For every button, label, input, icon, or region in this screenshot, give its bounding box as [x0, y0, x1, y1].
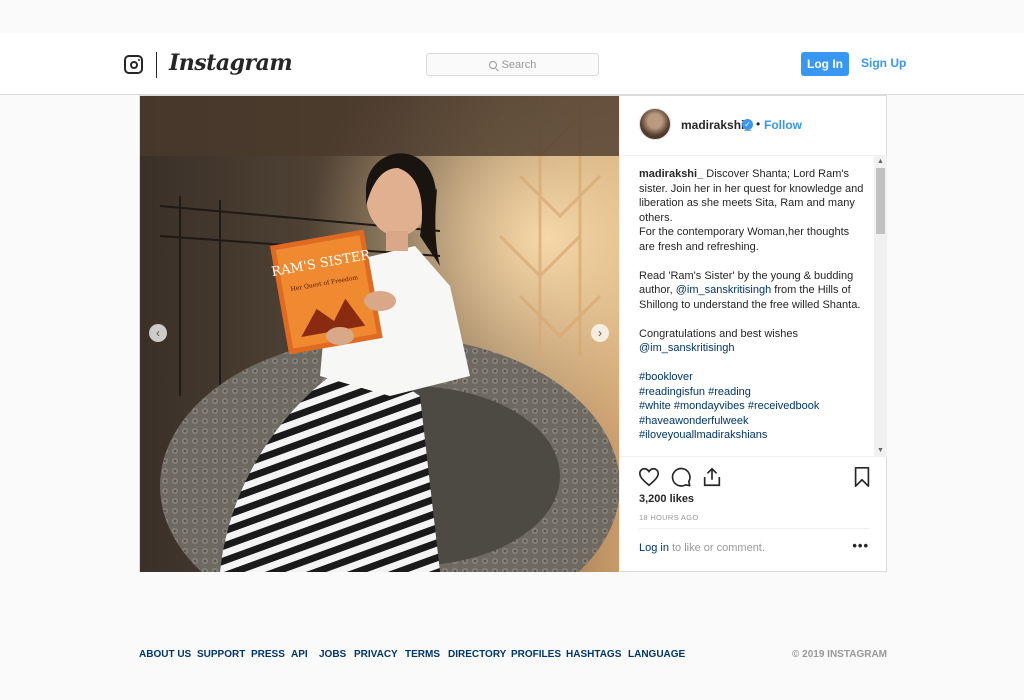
hashtag-link[interactable]: #readingisfun #reading: [639, 385, 864, 400]
caption-gap: [639, 312, 864, 327]
footer-link-jobs[interactable]: JOBS: [319, 649, 346, 660]
footer-link-api[interactable]: API: [291, 649, 308, 660]
caption-paragraph-1: madirakshi_ Discover Shanta; Lord Ram's …: [639, 167, 864, 225]
top-navigation: Instagram Search Log In Sign Up: [0, 33, 1024, 95]
scroll-up-arrow-icon[interactable]: ▲: [877, 158, 884, 165]
share-icon[interactable]: [701, 466, 723, 488]
carousel-prev-button[interactable]: ‹: [149, 324, 167, 342]
caption-text-2: For the contemporary Woman,her thoughts …: [639, 226, 850, 253]
login-button[interactable]: Log In: [801, 52, 849, 76]
follow-button[interactable]: Follow: [764, 118, 802, 132]
footer-link-hashtags[interactable]: HASHTAGS: [566, 649, 621, 660]
post-card: RAM'S SISTER Her Quest of Freedom ‹ › ma…: [139, 95, 888, 572]
login-link[interactable]: Log in: [639, 542, 669, 554]
footer-link-about[interactable]: ABOUT US: [139, 649, 191, 660]
login-to-comment-row: Log in to like or comment. •••: [639, 528, 869, 568]
instagram-camera-icon[interactable]: [124, 55, 143, 74]
scrollbar-thumb[interactable]: [876, 168, 885, 234]
caption-scrollbar[interactable]: ▲ ▼: [874, 156, 887, 456]
page-footer: ABOUT US SUPPORT PRESS API JOBS PRIVACY …: [139, 649, 887, 663]
instagram-wordmark-logo[interactable]: Instagram: [169, 50, 293, 76]
search-input[interactable]: Search: [426, 53, 599, 76]
hashtag-link[interactable]: #haveawonderfulweek: [639, 414, 864, 429]
caption-para3: Congratulations and best wishes: [639, 327, 798, 340]
footer-link-press[interactable]: PRESS: [251, 649, 285, 660]
footer-link-directory[interactable]: DIRECTORY: [448, 649, 506, 660]
more-options-icon[interactable]: •••: [852, 538, 869, 553]
post-photo[interactable]: RAM'S SISTER Her Quest of Freedom ‹ ›: [140, 96, 619, 572]
search-placeholder: Search: [501, 58, 537, 71]
browser-top-area: [0, 0, 1024, 33]
camera-dot: [137, 58, 140, 61]
post-timestamp[interactable]: 18 HOURS AGO: [639, 513, 698, 522]
hashtag-link[interactable]: #white #mondayvibes #receivedbook: [639, 399, 864, 414]
post-header: madirakshi_ ✓ • Follow: [620, 96, 888, 156]
post-actions: 3,200 likes 18 HOURS AGO Log in to like …: [620, 456, 888, 572]
heart-icon[interactable]: [638, 466, 660, 488]
caption-paragraph-2: Read 'Ram's Sister' by the young & buddi…: [639, 269, 864, 313]
footer-link-terms[interactable]: TERMS: [405, 649, 440, 660]
logo-divider: [156, 52, 157, 78]
carousel-next-button[interactable]: ›: [591, 324, 609, 342]
caption-username[interactable]: madirakshi_: [639, 168, 703, 180]
scroll-down-arrow-icon[interactable]: ▼: [877, 447, 884, 454]
likes-count[interactable]: 3,200 likes: [639, 493, 694, 505]
comment-icon[interactable]: [670, 466, 692, 488]
login-prompt-text: to like or comment.: [672, 542, 765, 554]
post-username[interactable]: madirakshi_: [681, 118, 751, 132]
footer-link-language[interactable]: LANGUAGE: [628, 649, 685, 660]
caption-mention-link[interactable]: @im_sanskritisingh: [676, 284, 772, 296]
caption-mention-link-2[interactable]: @im_sanskritisingh: [639, 341, 864, 356]
caption-gap: [639, 356, 864, 371]
hashtag-link[interactable]: #iloveyouallmadirakshians: [639, 428, 864, 443]
caption-scroll-area[interactable]: madirakshi_ Discover Shanta; Lord Ram's …: [620, 156, 888, 456]
search-icon: [488, 60, 497, 69]
copyright-text: © 2019 INSTAGRAM: [792, 649, 887, 660]
camera-lens: [129, 60, 138, 69]
caption-gap: [639, 254, 864, 269]
bookmark-icon[interactable]: [851, 466, 873, 488]
avatar[interactable]: [639, 108, 671, 140]
footer-link-support[interactable]: SUPPORT: [197, 649, 245, 660]
footer-link-privacy[interactable]: PRIVACY: [354, 649, 398, 660]
hashtag-link[interactable]: #booklover: [639, 370, 864, 385]
post-caption: madirakshi_ Discover Shanta; Lord Ram's …: [639, 167, 864, 443]
verified-badge-icon: ✓: [742, 119, 753, 130]
footer-link-profiles[interactable]: PROFILES: [511, 649, 561, 660]
post-photo-illustration: RAM'S SISTER Her Quest of Freedom: [140, 96, 619, 572]
signup-link[interactable]: Sign Up: [861, 56, 906, 70]
header-separator: •: [756, 117, 761, 131]
post-sidebar: madirakshi_ ✓ • Follow madirakshi_ Disco…: [619, 96, 888, 572]
